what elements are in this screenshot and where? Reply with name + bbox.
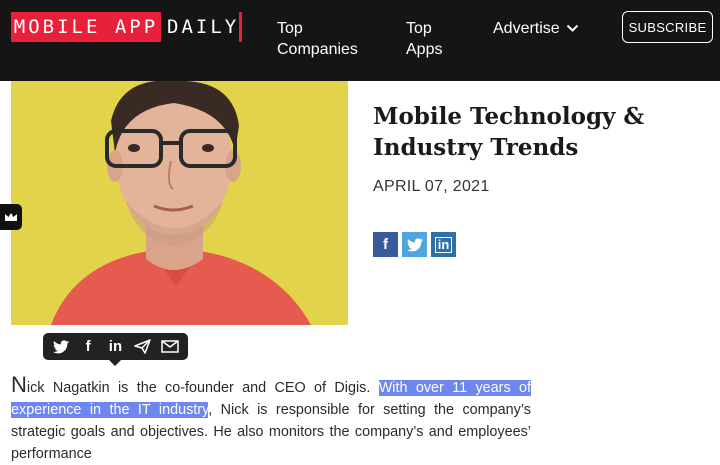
site-logo[interactable]: MOBILE APP DAILY — [11, 12, 242, 42]
crown-badge[interactable] — [0, 204, 22, 230]
logo-daily: DAILY — [161, 12, 242, 42]
site-header: MOBILE APP DAILY Top Companies Top Apps … — [0, 0, 720, 81]
article-body-paragraph: Nick Nagatkin is the co-founder and CEO … — [11, 374, 531, 465]
twitter-icon — [406, 237, 423, 251]
share-facebook-button[interactable]: f — [373, 232, 398, 257]
linkedin-icon: in — [434, 236, 453, 253]
crown-icon — [5, 212, 17, 221]
subscribe-button[interactable]: SUBSCRIBE — [622, 11, 713, 43]
author-photo — [11, 81, 348, 325]
selection-share-toolbar: f in — [43, 333, 188, 366]
logo-mobile-app: MOBILE APP — [11, 12, 161, 42]
facebook-icon: f — [383, 236, 388, 253]
article-date: APRIL 07, 2021 — [373, 178, 490, 195]
author-portrait-illustration — [11, 81, 348, 325]
chevron-down-icon — [566, 24, 578, 32]
share-buttons: f in — [373, 232, 456, 257]
article-title: Mobile Technology & Industry Trends — [373, 103, 645, 162]
send-icon[interactable] — [132, 336, 154, 358]
email-icon[interactable] — [159, 336, 181, 358]
share-twitter-button[interactable] — [402, 232, 427, 257]
drop-cap: N — [11, 372, 27, 398]
facebook-icon[interactable]: f — [77, 336, 99, 358]
body-text-part1: ick Nagatkin is the co-founder and CEO o… — [26, 380, 379, 397]
linkedin-icon[interactable]: in — [104, 336, 126, 358]
share-linkedin-button[interactable]: in — [431, 232, 456, 257]
nav-top-apps[interactable]: Top Apps — [406, 18, 456, 60]
nav-top-companies[interactable]: Top Companies — [277, 18, 367, 60]
nav-advertise-label: Advertise — [493, 20, 560, 37]
nav-advertise[interactable]: Advertise — [493, 18, 579, 39]
twitter-icon[interactable] — [50, 336, 72, 358]
